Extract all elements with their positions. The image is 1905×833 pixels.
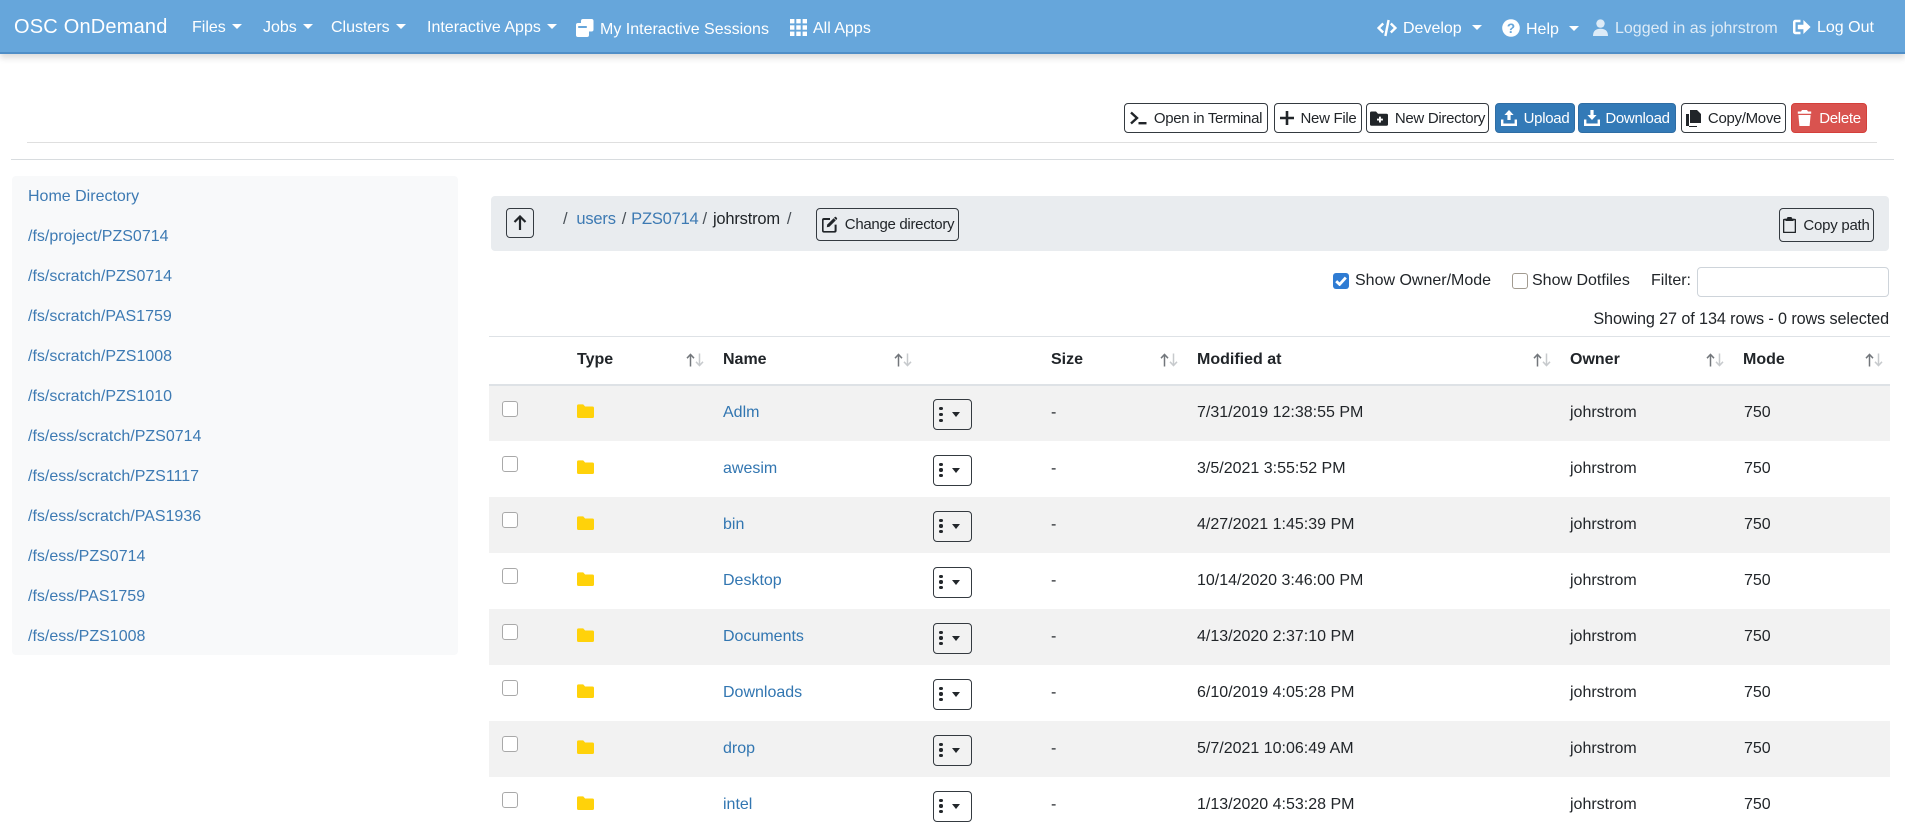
svg-text:?: ? — [1507, 20, 1515, 35]
